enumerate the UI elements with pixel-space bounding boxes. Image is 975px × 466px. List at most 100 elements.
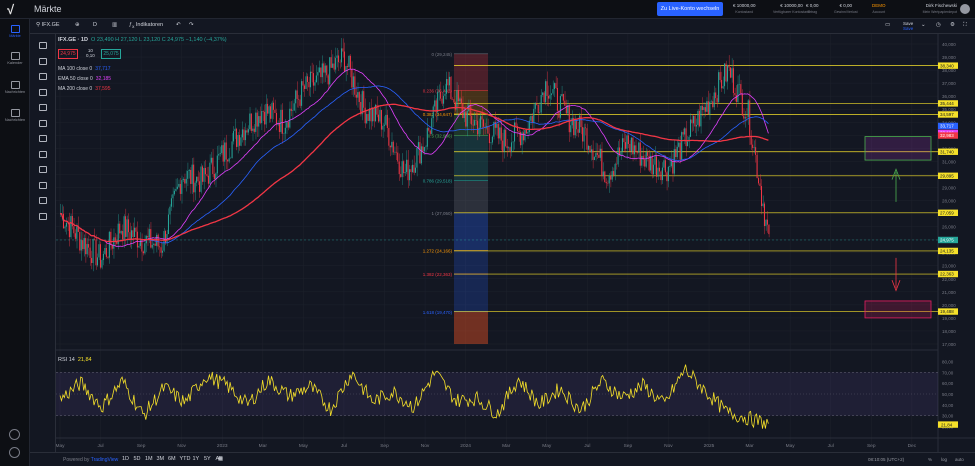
- candle-body: [178, 183, 180, 187]
- indicators-button[interactable]: ƒx Indikatoren: [129, 22, 163, 29]
- candle-body: [249, 113, 251, 130]
- candle-body: [363, 91, 365, 108]
- candle-body: [707, 101, 709, 115]
- candle-body: [678, 142, 680, 147]
- candle-body: [595, 153, 597, 158]
- candle-body: [379, 109, 381, 122]
- chart-area[interactable]: 0 (29,245) 0.236 (36,441) 0.382 (34,647) 0.…: [56, 34, 975, 452]
- nav-label: Nachrichten: [4, 90, 26, 94]
- settings-icon[interactable]: [9, 447, 20, 458]
- candle-body: [499, 127, 501, 139]
- candle-body: [506, 146, 508, 149]
- indicator-row-1[interactable]: EMA 50 close 0 32,185: [58, 74, 111, 84]
- candle-body: [518, 131, 520, 133]
- timeframe-ytd[interactable]: YTD: [180, 456, 191, 462]
- pattern-icon[interactable]: [39, 88, 47, 96]
- percent-toggle[interactable]: %: [928, 457, 932, 462]
- candle-body: [505, 129, 507, 147]
- candle-body: [86, 244, 88, 255]
- log-toggle[interactable]: log: [941, 457, 947, 462]
- clock-readout[interactable]: 08:10:05 (UTC+2): [868, 457, 904, 462]
- theme-toggle-icon[interactable]: [9, 429, 20, 440]
- timeframe-1d[interactable]: 1D: [122, 456, 129, 462]
- fib-icon[interactable]: [39, 73, 47, 80]
- account-label: Kontostand: [735, 10, 754, 14]
- fib-zone: [454, 250, 488, 312]
- price-axis-label: 28,000: [942, 199, 956, 204]
- candle-body: [123, 216, 125, 240]
- timeframe-1m[interactable]: 1M: [145, 456, 153, 462]
- layout-icon[interactable]: ▭: [885, 22, 890, 28]
- undo-icon[interactable]: ↶: [176, 22, 181, 28]
- timeframe-all[interactable]: All: [216, 456, 222, 462]
- live-account-button[interactable]: Zu Live-Konto wechseln: [657, 2, 723, 16]
- nav-item-nachrichten-2[interactable]: Nachrichten: [0, 109, 30, 122]
- candle-body: [290, 108, 292, 111]
- auto-toggle[interactable]: auto: [955, 457, 964, 462]
- timeframe-1y[interactable]: 1Y: [193, 456, 200, 462]
- nav-item-nachrichten[interactable]: Nachrichten: [0, 81, 30, 94]
- candle-body: [608, 175, 610, 184]
- interval-button[interactable]: D: [93, 22, 97, 28]
- text-icon[interactable]: [39, 119, 47, 127]
- target-box-upper[interactable]: [864, 136, 932, 161]
- candle-body: [434, 100, 436, 107]
- save-button[interactable]: Save Save: [903, 21, 913, 31]
- chart-icon: [10, 25, 20, 33]
- alert-icon[interactable]: ◷: [936, 22, 941, 28]
- price-axis-label: 18,000: [942, 329, 956, 334]
- target-box-lower[interactable]: [864, 300, 932, 319]
- candle-body: [636, 152, 638, 153]
- lock-icon[interactable]: [39, 181, 47, 189]
- fullscreen-icon[interactable]: ⛶: [963, 22, 967, 29]
- candle-body: [243, 129, 245, 141]
- candle-body: [617, 147, 619, 165]
- candle-body: [104, 248, 106, 254]
- eye-icon[interactable]: [39, 197, 47, 204]
- candle-body: [417, 142, 419, 148]
- candle-body: [750, 135, 752, 145]
- zoom-icon[interactable]: [39, 150, 47, 158]
- brush-icon[interactable]: [39, 104, 47, 111]
- candle-body: [580, 115, 582, 128]
- price-tag-label: 19,488: [940, 309, 954, 314]
- candle-body: [201, 166, 204, 182]
- time-axis-label: May: [542, 443, 552, 449]
- bar-style-icon[interactable]: ▥: [112, 22, 117, 28]
- candle-body: [120, 231, 122, 234]
- candle-body: [463, 111, 465, 119]
- sell-price-button[interactable]: 24,975: [58, 49, 78, 59]
- candle-body: [542, 92, 544, 96]
- add-symbol-icon[interactable]: ⊕: [75, 22, 80, 28]
- timeframe-5y[interactable]: 5Y: [204, 456, 211, 462]
- buy-price-button[interactable]: 25,075: [101, 49, 121, 59]
- redo-icon[interactable]: ↷: [189, 22, 194, 28]
- settings-gear-icon[interactable]: ⚙: [950, 22, 955, 28]
- timeframe-3m[interactable]: 3M: [157, 456, 165, 462]
- nav-item-maerkte[interactable]: Märkte: [0, 25, 30, 38]
- user-avatar-icon[interactable]: [960, 4, 970, 14]
- brand-name[interactable]: TradingView: [91, 457, 119, 463]
- candle-body: [639, 142, 641, 166]
- indicator-row-0[interactable]: MA 100 close 0 37,717: [58, 64, 111, 74]
- candle-body: [228, 158, 230, 162]
- app-logo: √: [7, 2, 15, 17]
- candle-body: [562, 94, 564, 101]
- dropdown-icon[interactable]: ⌄: [921, 22, 926, 28]
- candle-body: [657, 167, 659, 177]
- symbol-search[interactable]: ⚲ IFX.GE: [36, 22, 60, 28]
- trash-icon[interactable]: [39, 212, 47, 220]
- user-info[interactable]: Dirk Fischewski Mein Wertpapierdepot: [905, 3, 957, 15]
- nav-item-kalender[interactable]: Kalender: [0, 52, 30, 65]
- indicator-row-2[interactable]: MA 200 close 0 37,595: [58, 84, 111, 94]
- crosshair-icon[interactable]: [39, 42, 47, 49]
- chart-svg[interactable]: 0 (29,245)0.236 (36,441)0.382 (34,647)0.…: [56, 34, 975, 452]
- magnet-icon[interactable]: [39, 166, 47, 173]
- candle-body: [225, 142, 227, 160]
- trendline-icon[interactable]: [39, 57, 47, 65]
- candle-body: [587, 145, 589, 150]
- timeframe-5d[interactable]: 5D: [134, 456, 141, 462]
- candle-body: [407, 159, 409, 181]
- measure-icon[interactable]: [39, 135, 47, 142]
- timeframe-6m[interactable]: 6M: [168, 456, 176, 462]
